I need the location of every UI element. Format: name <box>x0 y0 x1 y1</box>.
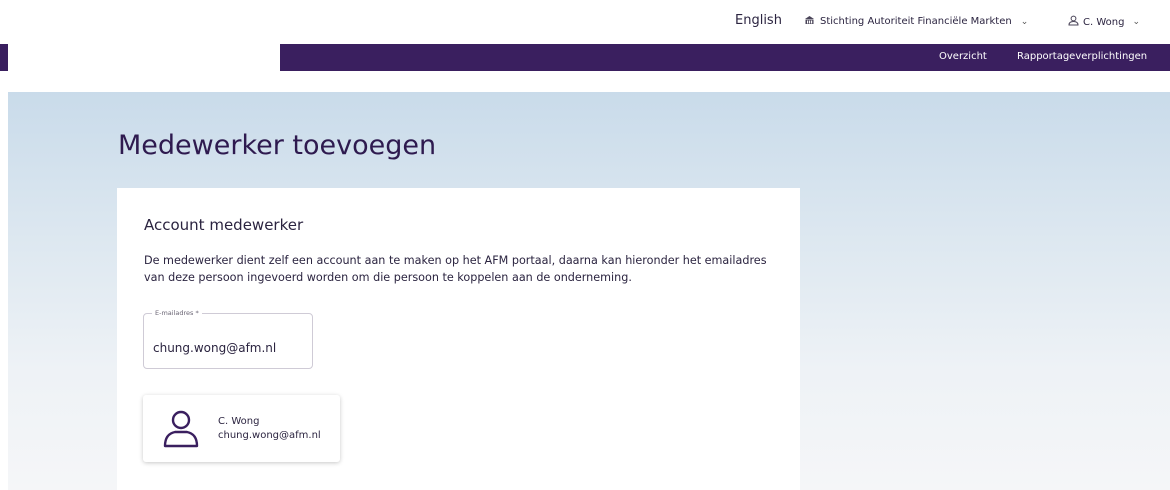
person-name: C. Wong <box>218 416 260 427</box>
chevron-down-icon: ⌄ <box>1020 16 1029 27</box>
person-email: chung.wong@afm.nl <box>218 430 321 441</box>
logo-area <box>8 44 280 71</box>
person-icon <box>162 409 200 449</box>
top-bar: English Stichting Autoriteit Financiële … <box>0 0 1170 44</box>
email-field[interactable]: E-mailadres * chung.wong@afm.nl <box>143 309 313 369</box>
main-navbar: Overzicht Rapportageverplichtingen <box>0 44 1170 71</box>
nav-overzicht[interactable]: Overzicht <box>939 51 987 62</box>
user-icon <box>1068 15 1079 29</box>
account-card: Account medewerker De medewerker dient z… <box>117 188 800 490</box>
organization-menu[interactable]: Stichting Autoriteit Financiële Markten … <box>804 15 1028 28</box>
language-switch[interactable]: English <box>735 13 782 28</box>
card-heading: Account medewerker <box>144 216 304 234</box>
email-field-label: E-mailadres * <box>152 309 202 317</box>
chevron-down-icon: ⌄ <box>1132 17 1140 27</box>
person-card[interactable]: C. Wong chung.wong@afm.nl <box>143 395 340 462</box>
user-name: C. Wong <box>1083 16 1125 28</box>
email-field-value[interactable]: chung.wong@afm.nl <box>153 341 276 355</box>
user-menu[interactable]: C. Wong ⌄ <box>1068 15 1140 29</box>
organization-name: Stichting Autoriteit Financiële Markten <box>820 16 1012 27</box>
card-description: De medewerker dient zelf een account aan… <box>144 254 767 284</box>
nav-rapportageverplichtingen[interactable]: Rapportageverplichtingen <box>1017 51 1147 62</box>
building-icon <box>804 15 815 28</box>
navbar-edge <box>0 44 8 71</box>
page-title: Medewerker toevoegen <box>118 130 437 161</box>
